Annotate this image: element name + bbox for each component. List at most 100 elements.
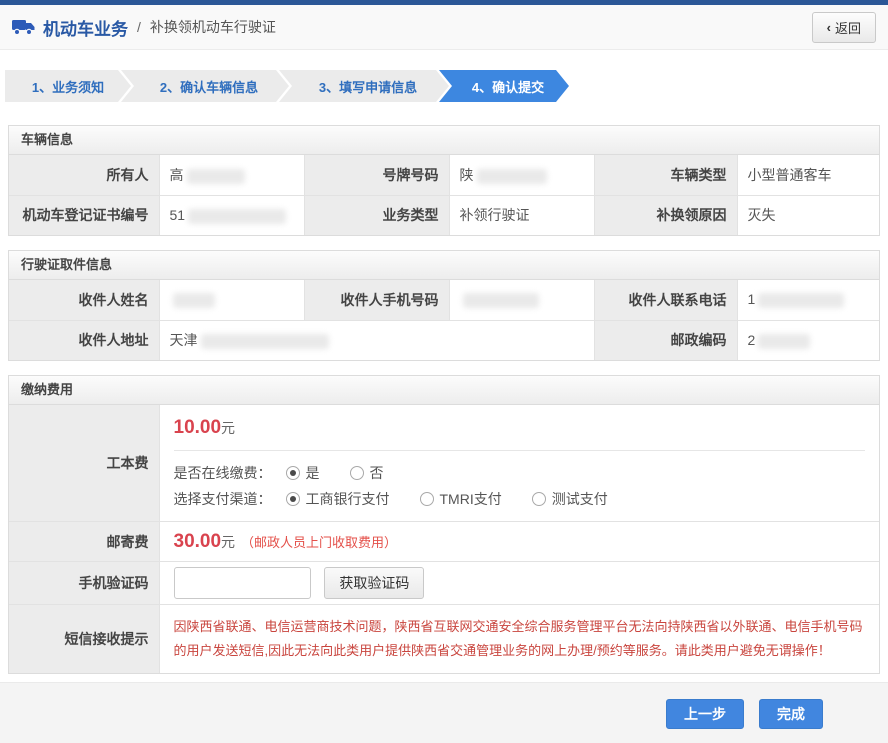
- redacted-blur: [758, 293, 845, 309]
- radio-unchecked-icon[interactable]: [349, 466, 364, 480]
- recipient-phone-label: 收件人联系电话: [593, 280, 738, 321]
- owner-value: 高: [158, 155, 305, 196]
- fees-title: 缴纳费用: [9, 376, 879, 405]
- sms-notice-cell: 因陕西省联通、电信运营商技术问题，陕西省互联网交通安全综合服务管理平台无法向持陕…: [158, 604, 879, 673]
- pickup-info-section: 行驶证取件信息 收件人姓名 收件人手机号码 收件人联系电话 1 收件人地址 天津…: [8, 250, 880, 361]
- owner-label: 所有人: [9, 155, 160, 196]
- radio-unchecked-icon[interactable]: [419, 492, 434, 506]
- postcode-value: 2: [736, 319, 879, 360]
- postage-fee-note: （邮政人员上门收取费用）: [241, 534, 398, 550]
- radio-label: TMRI支付: [439, 491, 502, 507]
- recipient-phone-value: 1: [736, 280, 879, 321]
- back-button-label: 返回: [834, 20, 861, 36]
- table-row: 所有人 高 号牌号码 陕 车辆类型 小型普通客车: [9, 155, 879, 196]
- biz-type-label: 业务类型: [303, 194, 450, 235]
- redacted-blur: [172, 293, 215, 309]
- previous-step-button[interactable]: 上一步: [666, 699, 744, 729]
- pay-channel-question: 选择支付渠道：: [173, 491, 272, 507]
- vehicle-type-value: 小型普通客车: [736, 155, 879, 196]
- cert-number-value: 51: [158, 194, 305, 235]
- postcode-label: 邮政编码: [593, 319, 738, 360]
- back-button[interactable]: ‹ 返回: [811, 11, 876, 43]
- back-chevron-icon: ‹: [826, 19, 831, 35]
- production-fee-amount-line: 10.00元: [174, 417, 866, 439]
- step-1-notice[interactable]: 1、业务须知: [5, 70, 131, 102]
- plate-value: 陕: [448, 155, 595, 196]
- channel-option-icbc[interactable]: 工商银行支付: [285, 489, 390, 509]
- recipient-address-label: 收件人地址: [9, 319, 160, 360]
- production-fee-amount: 10.00: [173, 417, 222, 438]
- divider: [173, 450, 865, 451]
- captcha-input[interactable]: [173, 567, 311, 599]
- footer-action-bar: 上一步 完成: [0, 682, 888, 743]
- channel-option-test[interactable]: 测试支付: [531, 489, 608, 509]
- reason-value: 灭失: [736, 194, 879, 235]
- captcha-cell: 获取验证码: [158, 561, 879, 605]
- truck-icon: [12, 20, 35, 36]
- page-title: 补换领机动车行驶证: [149, 19, 276, 35]
- table-row: 收件人地址 天津 邮政编码 2: [9, 319, 879, 360]
- table-row: 工本费 10.00元 是否在线缴费： 是 否 选择支付渠道： 工商银行支付 TM…: [9, 405, 879, 522]
- online-pay-question: 是否在线缴费：: [173, 465, 272, 481]
- radio-checked-icon[interactable]: [285, 492, 300, 506]
- redacted-blur: [188, 208, 287, 224]
- table-row: 邮寄费 30.00元 （邮政人员上门收取费用）: [9, 521, 879, 562]
- redacted-blur: [758, 333, 811, 349]
- table-row: 短信接收提示 因陕西省联通、电信运营商技术问题，陕西省互联网交通安全综合服务管理…: [9, 604, 879, 673]
- table-row: 手机验证码 获取验证码: [9, 561, 879, 605]
- channel-option-tmri[interactable]: TMRI支付: [419, 489, 502, 509]
- finish-button[interactable]: 完成: [759, 699, 823, 729]
- redacted-blur: [462, 293, 539, 309]
- radio-label: 是: [305, 465, 320, 481]
- recipient-mobile-label: 收件人手机号码: [303, 280, 450, 321]
- recipient-mobile-value: [448, 280, 595, 321]
- fees-section: 缴纳费用 工本费 10.00元 是否在线缴费： 是 否 选择支付渠道： 工商银行…: [8, 375, 880, 674]
- page-header: 机动车业务 / 补换领机动车行驶证 ‹ 返回: [0, 5, 888, 50]
- production-fee-label: 工本费: [9, 405, 160, 522]
- sms-notice-label: 短信接收提示: [9, 604, 160, 673]
- redacted-blur: [476, 168, 547, 184]
- radio-label: 测试支付: [551, 491, 608, 507]
- pickup-info-table: 收件人姓名 收件人手机号码 收件人联系电话 1 收件人地址 天津 邮政编码 2: [9, 280, 879, 360]
- radio-unchecked-icon[interactable]: [531, 492, 546, 506]
- cert-number-label: 机动车登记证书编号: [9, 194, 160, 235]
- recipient-address-value: 天津: [158, 319, 595, 360]
- recipient-name-label: 收件人姓名: [9, 280, 160, 321]
- vehicle-info-title: 车辆信息: [9, 126, 879, 155]
- vehicle-info-table: 所有人 高 号牌号码 陕 车辆类型 小型普通客车 机动车登记证书编号 51 业务…: [9, 155, 879, 235]
- postage-fee-unit: 元: [221, 533, 236, 550]
- table-row: 收件人姓名 收件人手机号码 收件人联系电话 1: [9, 280, 879, 321]
- vehicle-info-section: 车辆信息 所有人 高 号牌号码 陕 车辆类型 小型普通客车 机动车登记证书编号 …: [8, 125, 880, 236]
- captcha-label: 手机验证码: [9, 561, 160, 605]
- production-fee-unit: 元: [221, 420, 236, 436]
- step-2-confirm-vehicle[interactable]: 2、确认车辆信息: [121, 70, 289, 102]
- recipient-name-value: [158, 280, 305, 321]
- table-row: 机动车登记证书编号 51 业务类型 补领行驶证 补换领原因 灭失: [9, 194, 879, 235]
- step-3-fill-application[interactable]: 3、填写申请信息: [279, 70, 449, 102]
- reason-label: 补换领原因: [593, 194, 738, 235]
- production-fee-cell: 10.00元 是否在线缴费： 是 否 选择支付渠道： 工商银行支付 TMRI支付…: [158, 405, 879, 522]
- breadcrumb-separator: /: [137, 19, 141, 35]
- pickup-info-title: 行驶证取件信息: [9, 251, 879, 280]
- vehicle-type-label: 车辆类型: [593, 155, 738, 196]
- redacted-blur: [186, 168, 245, 184]
- radio-label: 工商银行支付: [305, 491, 390, 507]
- radio-label: 否: [369, 465, 384, 481]
- online-pay-radio-group: 是否在线缴费： 是 否: [174, 463, 866, 483]
- step-4-confirm-submit[interactable]: 4、确认提交: [439, 70, 569, 102]
- redacted-blur: [200, 334, 329, 350]
- pay-channel-radio-group: 选择支付渠道： 工商银行支付 TMRI支付 测试支付: [174, 489, 866, 509]
- online-pay-option-yes[interactable]: 是: [285, 463, 320, 483]
- radio-checked-icon[interactable]: [285, 466, 300, 480]
- fees-table: 工本费 10.00元 是否在线缴费： 是 否 选择支付渠道： 工商银行支付 TM…: [9, 405, 879, 673]
- app-title[interactable]: 机动车业务: [43, 15, 128, 40]
- step-progress-bar: 1、业务须知 2、确认车辆信息 3、填写申请信息 4、确认提交: [5, 70, 888, 102]
- sms-notice-text: 因陕西省联通、电信运营商技术问题，陕西省互联网交通安全综合服务管理平台无法向持陕…: [173, 619, 863, 658]
- get-captcha-button[interactable]: 获取验证码: [324, 567, 425, 599]
- postage-fee-label: 邮寄费: [9, 521, 160, 562]
- breadcrumb: 机动车业务 / 补换领机动车行驶证: [12, 15, 812, 40]
- postage-fee-amount: 30.00: [173, 530, 222, 552]
- plate-label: 号牌号码: [303, 155, 450, 196]
- biz-type-value: 补领行驶证: [448, 194, 595, 235]
- online-pay-option-no[interactable]: 否: [349, 463, 384, 483]
